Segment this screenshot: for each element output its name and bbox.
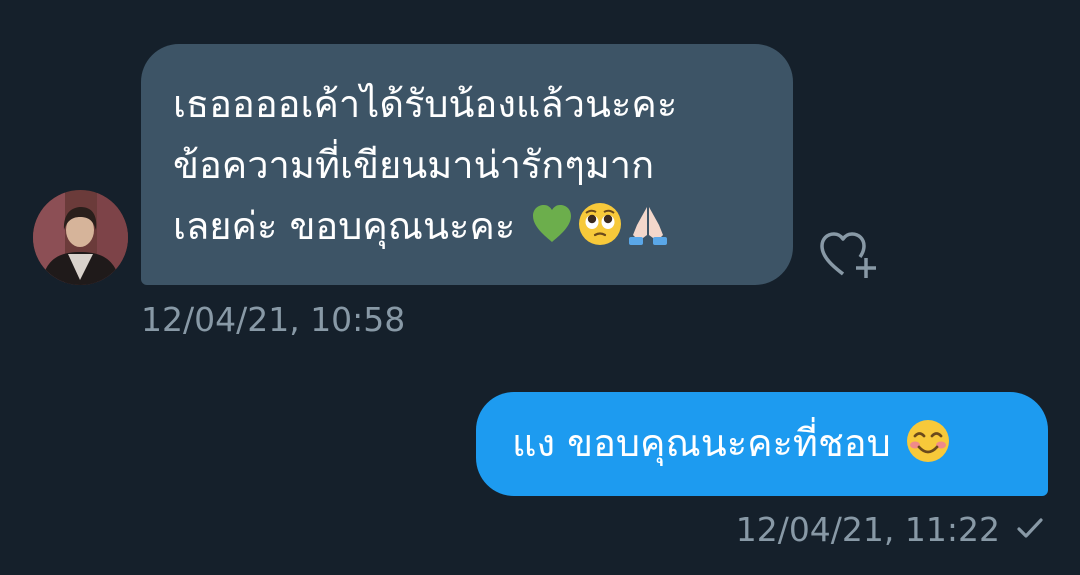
add-reaction-icon[interactable] — [818, 228, 880, 282]
incoming-timestamp: 12/04/21, 10:58 — [141, 300, 406, 339]
outgoing-message-bubble[interactable]: แง ขอบคุณนะคะที่ชอบ — [476, 392, 1048, 496]
folded-hands-icon — [629, 207, 668, 245]
pleading-face-icon — [579, 203, 622, 245]
checkmark-icon — [1017, 518, 1043, 538]
message-line-3: เลยค่ะ ขอบคุณนะคะ — [173, 196, 763, 257]
smiling-face-icon — [906, 420, 949, 462]
message-line-3-text: เลยค่ะ ขอบคุณนะคะ — [173, 204, 516, 248]
avatar-photo — [33, 190, 128, 285]
message-line-2: ข้อความที่เขียนมาน่ารักๆมาก — [173, 143, 655, 187]
green-heart-icon — [533, 205, 572, 242]
dm-conversation: เธออออเค้าได้รับน้องแล้วนะคะ ข้อความที่เ… — [0, 0, 1080, 575]
incoming-message-bubble[interactable]: เธออออเค้าได้รับน้องแล้วนะคะ ข้อความที่เ… — [141, 44, 793, 285]
sender-avatar[interactable] — [33, 190, 128, 285]
outgoing-timestamp: 12/04/21, 11:22 — [735, 510, 1000, 549]
outgoing-message-text: แง ขอบคุณนะคะที่ชอบ — [512, 421, 891, 465]
message-line-1: เธออออเค้าได้รับน้องแล้วนะคะ — [173, 82, 678, 126]
